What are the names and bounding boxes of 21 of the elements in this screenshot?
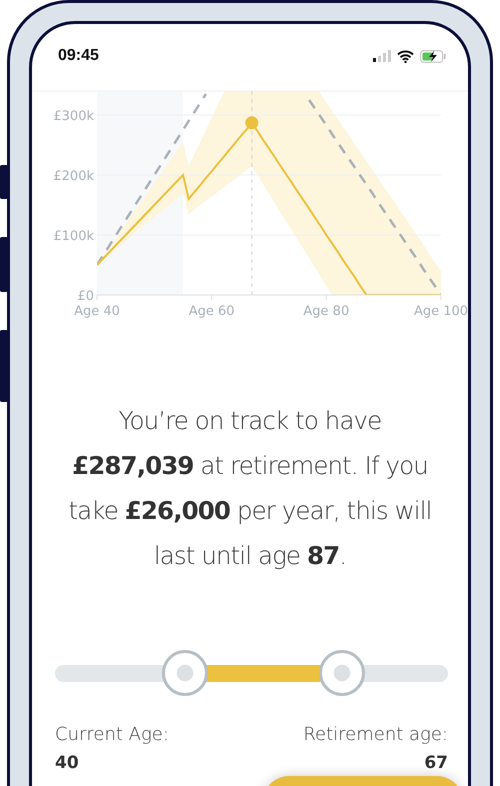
summary-text: You’re on track to have £287,039 at retirement. If you take £26,000 per year, this will last until age 87. xyxy=(67,405,433,572)
axis-label: £200k xyxy=(53,169,94,184)
age-range-slider[interactable] xyxy=(55,650,448,696)
age-value: 40 xyxy=(55,753,80,773)
axis-label: Age 40 xyxy=(74,304,120,319)
axis-label: Age 60 xyxy=(188,304,235,319)
status-time: 09:45 xyxy=(58,47,99,65)
age-label: Current Age: xyxy=(55,724,169,745)
axis-label: Age 80 xyxy=(303,304,350,319)
age-value: 67 xyxy=(424,753,448,773)
axis-label: £300k xyxy=(53,109,94,124)
slider-thumb[interactable] xyxy=(318,650,365,696)
signal-icon xyxy=(373,50,391,62)
axis-label: £100k xyxy=(53,229,94,244)
retirement-point xyxy=(245,116,258,130)
wifi-icon xyxy=(397,50,414,62)
axis-label: Age 100 xyxy=(414,304,468,319)
axis-label: £0 xyxy=(77,289,94,304)
battery-icon xyxy=(420,50,446,62)
slider-thumb[interactable] xyxy=(162,650,208,696)
age-label: Retirement age: xyxy=(303,724,448,745)
